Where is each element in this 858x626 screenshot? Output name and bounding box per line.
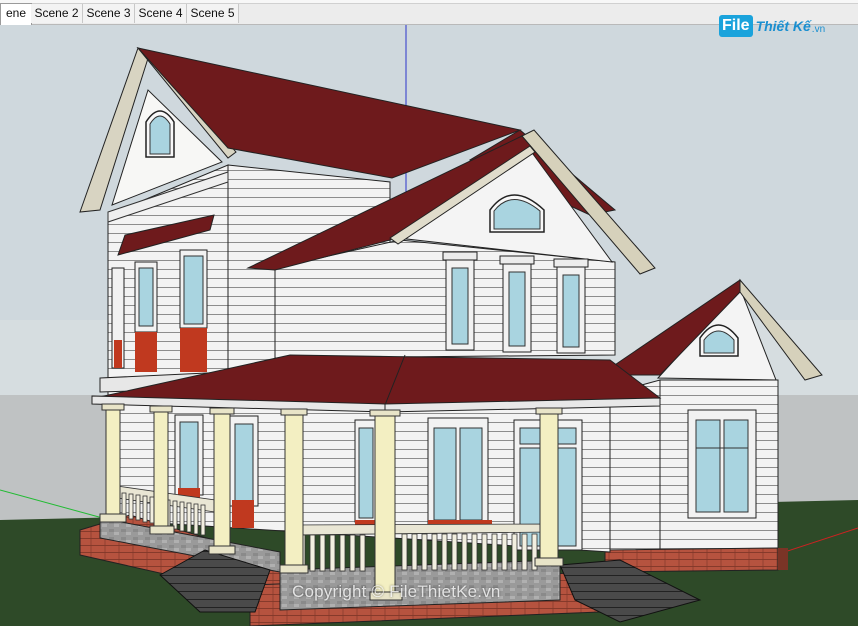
logo-suffix: .vn — [811, 23, 826, 35]
tab-scene-4[interactable]: Scene 4 — [135, 4, 187, 23]
house-model-render — [0, 25, 858, 626]
copyright-watermark: Copyright © FileThietKe.vn — [292, 582, 501, 601]
logo-text: Thiết Kế — [755, 18, 811, 34]
tab-scene-2[interactable]: Scene 2 — [31, 4, 83, 23]
filethietke-logo: File Thiết Kế .vn — [719, 13, 825, 39]
tab-scene-3[interactable]: Scene 3 — [83, 4, 135, 23]
tab-scene-1[interactable]: ene 1 — [0, 3, 32, 39]
logo-box: File — [719, 15, 753, 37]
model-viewport[interactable] — [0, 25, 858, 626]
tab-scene-5[interactable]: Scene 5 — [187, 4, 239, 23]
